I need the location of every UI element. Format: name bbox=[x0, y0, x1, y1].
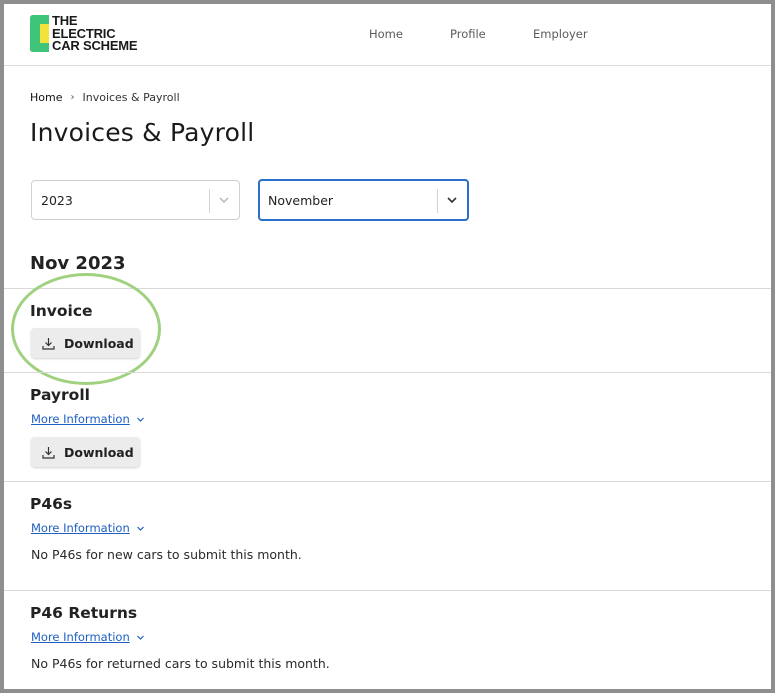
more-info-label: More Information bbox=[31, 521, 130, 535]
p46-returns-heading: P46 Returns bbox=[30, 604, 138, 622]
page-frame: THE ELECTRIC CAR SCHEME Home Profile Emp… bbox=[4, 4, 771, 689]
p46s-heading: P46s bbox=[30, 495, 73, 513]
select-divider bbox=[437, 189, 438, 213]
nav-employer-link[interactable]: Employer bbox=[533, 27, 588, 41]
download-icon bbox=[42, 446, 55, 459]
breadcrumb-current: Invoices & Payroll bbox=[82, 91, 180, 104]
payroll-download-button[interactable]: Download bbox=[31, 437, 140, 467]
p46-returns-empty-message: No P46s for returned cars to submit this… bbox=[31, 656, 330, 671]
divider bbox=[4, 372, 771, 373]
site-header: THE ELECTRIC CAR SCHEME Home Profile Emp… bbox=[4, 4, 771, 66]
breadcrumb: Home › Invoices & Payroll bbox=[30, 91, 180, 104]
nav-profile[interactable]: Profile bbox=[450, 27, 486, 41]
chevron-down-icon bbox=[447, 197, 457, 204]
p46-returns-more-info-link[interactable]: More Information bbox=[31, 630, 145, 644]
logo-mark-icon bbox=[30, 15, 49, 52]
payroll-heading: Payroll bbox=[30, 386, 90, 404]
nav-profile-link[interactable]: Profile bbox=[450, 27, 486, 41]
chevron-down-icon bbox=[136, 526, 144, 531]
more-info-label: More Information bbox=[31, 412, 130, 426]
logo-line-3: CAR SCHEME bbox=[52, 38, 138, 53]
month-select[interactable]: November bbox=[258, 179, 469, 221]
year-select-value: 2023 bbox=[41, 193, 73, 208]
p46s-empty-message: No P46s for new cars to submit this mont… bbox=[31, 547, 302, 562]
month-select-value: November bbox=[268, 193, 334, 208]
divider bbox=[4, 590, 771, 591]
logo-wordmark: THE ELECTRIC CAR SCHEME bbox=[52, 14, 138, 53]
divider bbox=[4, 481, 771, 482]
breadcrumb-chevron-icon: › bbox=[70, 92, 75, 103]
chevron-down-icon bbox=[136, 635, 144, 640]
highlight-annotation bbox=[11, 273, 161, 385]
payroll-more-info-link[interactable]: More Information bbox=[31, 412, 145, 426]
brand-logo[interactable]: THE ELECTRIC CAR SCHEME bbox=[30, 14, 150, 55]
chevron-down-icon bbox=[136, 417, 144, 422]
period-heading: Nov 2023 bbox=[30, 253, 126, 274]
year-select[interactable]: 2023 bbox=[31, 180, 240, 220]
select-divider bbox=[209, 189, 210, 213]
nav-home[interactable]: Home bbox=[369, 27, 403, 41]
nav-employer[interactable]: Employer bbox=[533, 27, 588, 41]
page-title: Invoices & Payroll bbox=[30, 118, 255, 147]
breadcrumb-home[interactable]: Home bbox=[30, 91, 62, 104]
chevron-down-icon bbox=[219, 197, 229, 203]
p46s-more-info-link[interactable]: More Information bbox=[31, 521, 145, 535]
more-info-label: More Information bbox=[31, 630, 130, 644]
nav-home-link[interactable]: Home bbox=[369, 27, 403, 41]
download-label: Download bbox=[64, 444, 134, 460]
